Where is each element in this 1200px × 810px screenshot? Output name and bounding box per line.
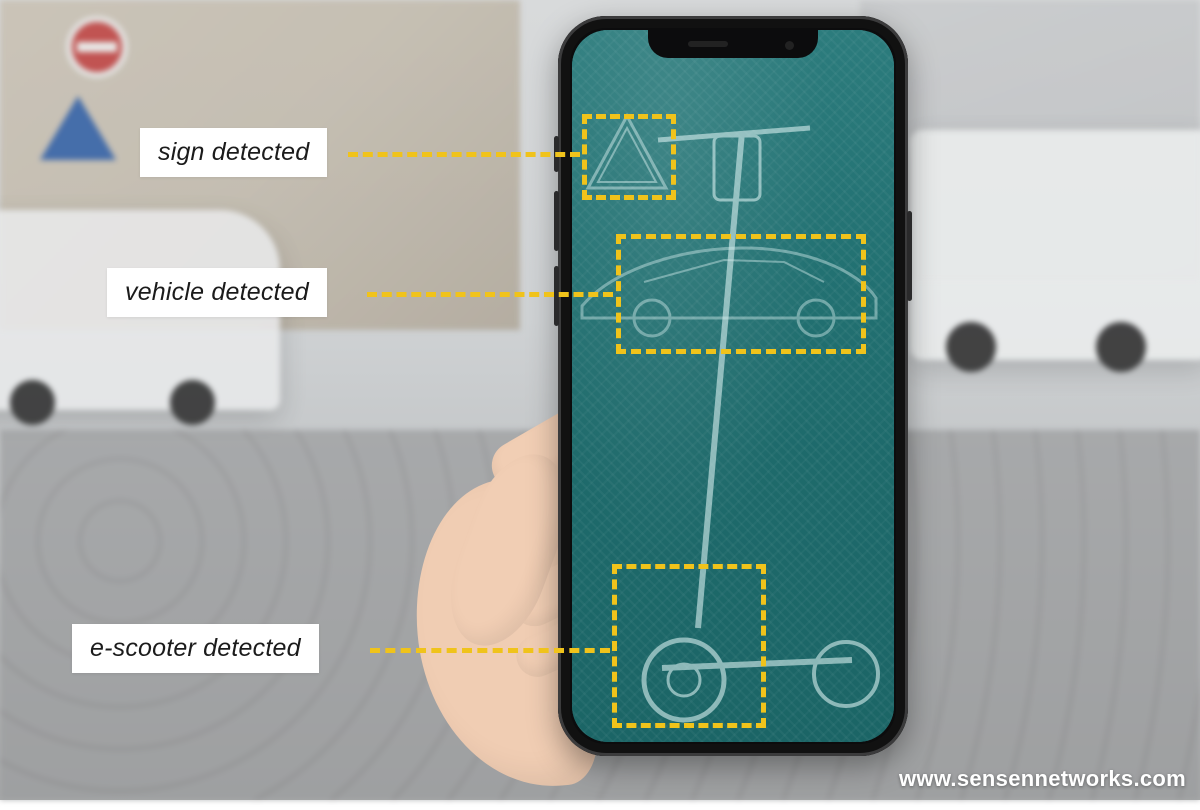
detection-box-escooter xyxy=(612,564,766,728)
detection-box-vehicle xyxy=(616,234,866,354)
label-vehicle-detected: vehicle detected xyxy=(107,268,327,317)
label-escooter-detected: e-scooter detected xyxy=(72,624,319,673)
label-sign-detected: sign detected xyxy=(140,128,327,177)
phone-power-button-icon xyxy=(907,211,912,301)
crossing-sign-icon xyxy=(40,96,116,160)
phone-notch-icon xyxy=(648,30,818,58)
truck-right xyxy=(910,130,1200,360)
phone-volume-up-icon xyxy=(554,191,559,251)
leader-line-escooter xyxy=(370,648,610,653)
watermark-url: www.sensennetworks.com xyxy=(899,766,1186,792)
leader-line-vehicle xyxy=(367,292,613,297)
leader-line-sign xyxy=(348,152,580,157)
detection-box-sign xyxy=(582,114,676,200)
no-entry-sign-icon xyxy=(66,16,128,78)
